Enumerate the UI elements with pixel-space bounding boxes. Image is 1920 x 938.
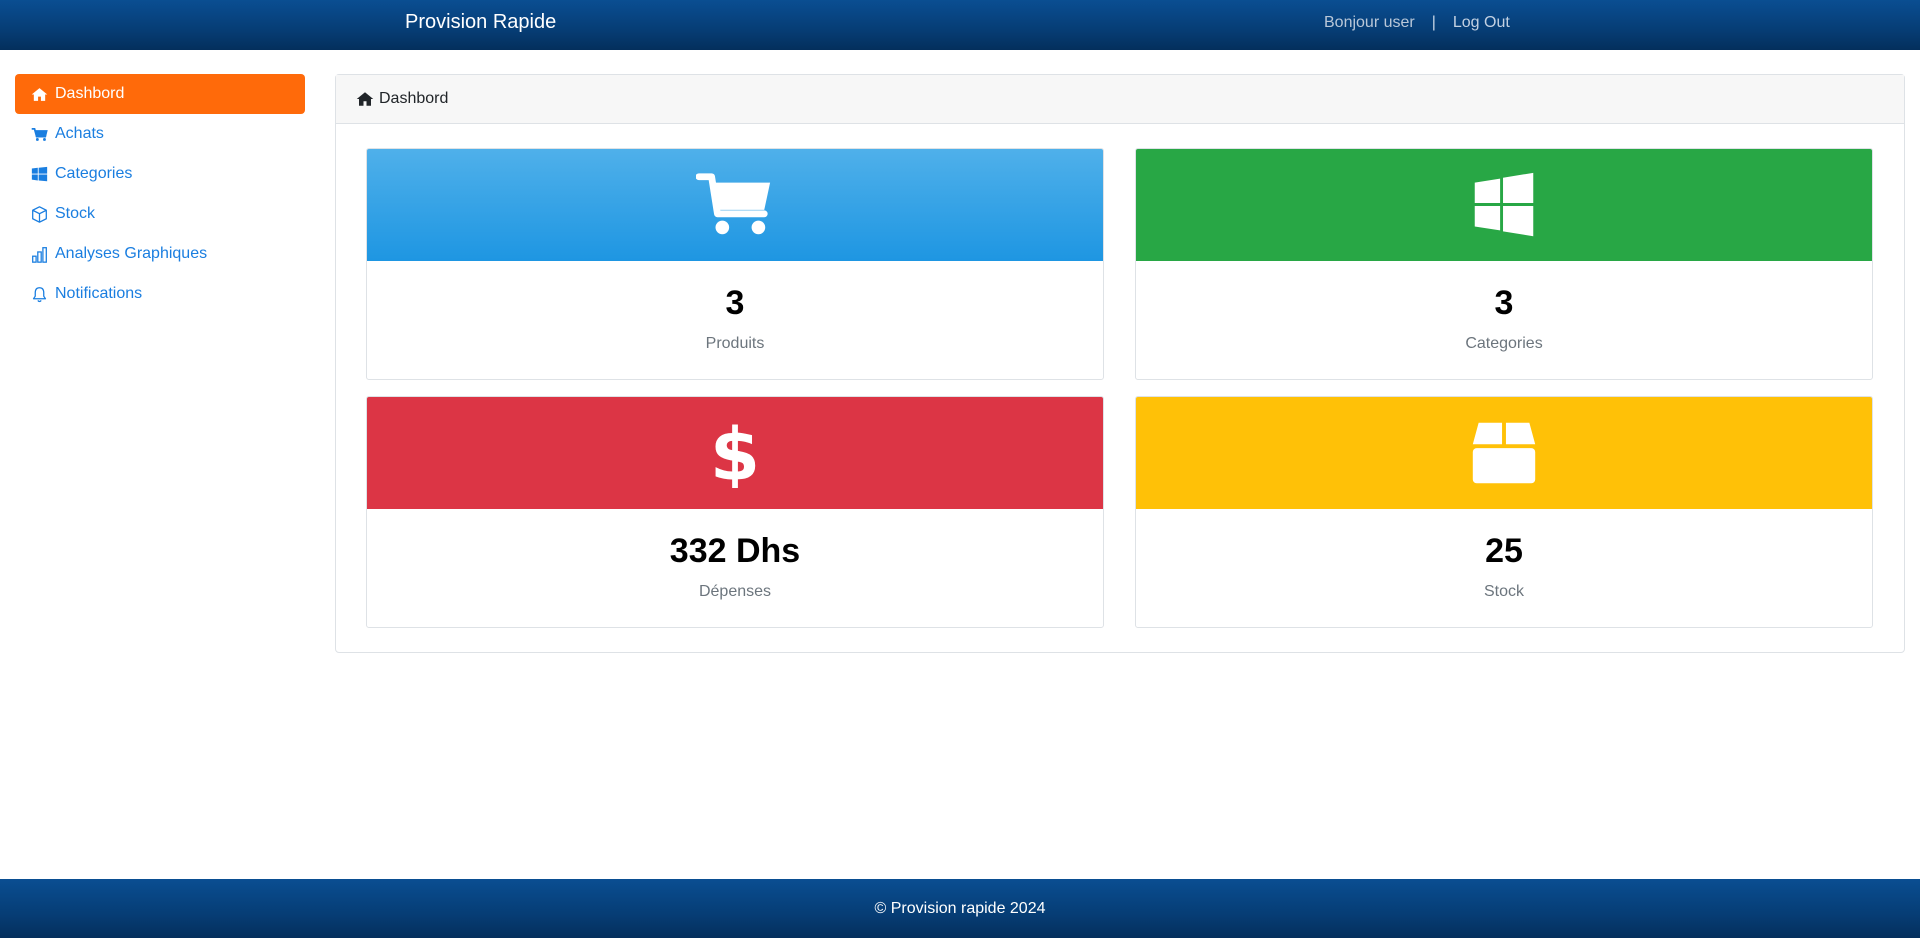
cart-icon xyxy=(696,173,771,235)
windows-icon xyxy=(1474,172,1534,237)
stat-label: Produits xyxy=(705,335,765,352)
top-navbar: Provision Rapide Bonjour user | Log Out xyxy=(0,0,1920,50)
panel-title: Dashbord xyxy=(379,90,449,107)
sidebar-item-notifications[interactable]: Notifications xyxy=(15,274,305,314)
box-icon xyxy=(1472,422,1536,484)
home-icon xyxy=(356,92,374,106)
sidebar-item-categories[interactable]: Categories xyxy=(15,154,305,194)
logout-link[interactable]: Log Out xyxy=(1453,14,1510,32)
sidebar-item-dashbord[interactable]: Dashbord xyxy=(15,74,305,114)
greeting-text: Bonjour user xyxy=(1324,14,1415,31)
sidebar-item-label: Dashbord xyxy=(55,85,125,102)
stat-value: 3 xyxy=(1494,284,1514,322)
dashboard-panel: Dashbord 3 Produits 3 Categories $ 332 D… xyxy=(335,74,1905,653)
footer: © Provision rapide 2024 xyxy=(0,879,1920,938)
brand-title[interactable]: Provision Rapide xyxy=(405,11,556,34)
bell-icon xyxy=(31,284,51,304)
sidebar-item-analyses-graphiques[interactable]: Analyses Graphiques xyxy=(15,234,305,274)
stat-card-stock[interactable]: 25 Stock xyxy=(1135,396,1873,628)
sidebar-item-label: Categories xyxy=(55,165,133,182)
stat-card-depenses[interactable]: $ 332 Dhs Dépenses xyxy=(366,396,1104,628)
sidebar-item-label: Notifications xyxy=(55,285,143,302)
cart-icon xyxy=(31,124,51,144)
panel-header: Dashbord xyxy=(336,75,1904,124)
stat-card-produits[interactable]: 3 Produits xyxy=(366,148,1104,380)
stat-card-categories[interactable]: 3 Categories xyxy=(1135,148,1873,380)
sidebar-item-stock[interactable]: Stock xyxy=(15,194,305,234)
windows-icon xyxy=(31,164,51,184)
bar-chart-icon xyxy=(31,244,51,264)
dollar-icon: $ xyxy=(710,418,760,488)
user-nav: Bonjour user | Log Out xyxy=(1324,14,1510,32)
card-header: $ xyxy=(367,397,1103,509)
home-icon xyxy=(31,84,51,104)
stat-value: 25 xyxy=(1485,532,1523,570)
svg-text:$: $ xyxy=(710,418,760,488)
sidebar-item-achats[interactable]: Achats xyxy=(15,114,305,154)
card-header xyxy=(367,149,1103,261)
sidebar-item-label: Analyses Graphiques xyxy=(55,245,208,262)
sidebar-item-label: Stock xyxy=(55,205,96,222)
card-header xyxy=(1136,397,1872,509)
footer-copyright: © Provision rapide 2024 xyxy=(874,900,1046,917)
stat-label: Dépenses xyxy=(698,583,772,600)
stat-value: 332 Dhs xyxy=(669,532,801,570)
sidebar-item-label: Achats xyxy=(55,125,104,142)
stat-value: 3 xyxy=(725,284,745,322)
box-icon xyxy=(31,204,51,224)
stat-label: Stock xyxy=(1483,583,1524,600)
card-header xyxy=(1136,149,1872,261)
stat-label: Categories xyxy=(1465,335,1543,352)
nav-separator: | xyxy=(1431,14,1436,31)
sidebar: Dashbord Achats Categories Stock Analyse… xyxy=(15,74,305,314)
